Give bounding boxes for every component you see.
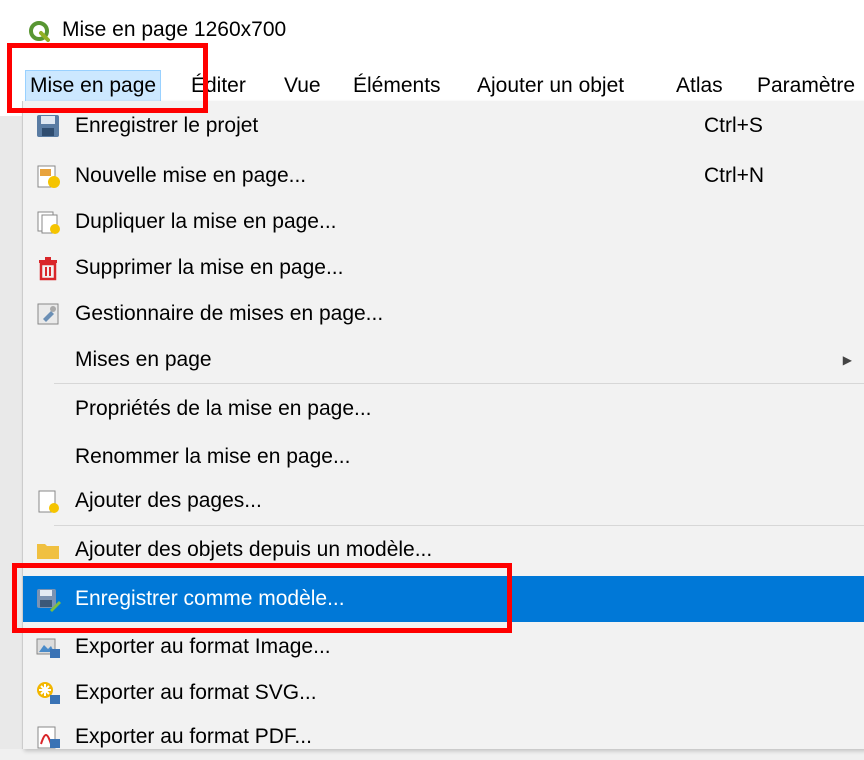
export-svg-icon: [37, 682, 60, 704]
trash-icon: [39, 257, 57, 281]
menu-item-dupliquer-mise-en-page[interactable]: Dupliquer la mise en page...: [23, 199, 864, 245]
annotation-highlight-save-template: [12, 563, 512, 633]
menu-parametres[interactable]: Paramètre: [757, 71, 855, 101]
new-layout-icon: [37, 165, 60, 188]
window-background-strip: [0, 116, 22, 749]
save-icon: [37, 115, 59, 137]
duplicate-layout-icon: [37, 211, 60, 234]
menu-item-nouvelle-mise-en-page[interactable]: Nouvelle mise en page... Ctrl+N: [23, 153, 864, 199]
menu-item-gestionnaire-mises-en-page[interactable]: Gestionnaire de mises en page...: [23, 291, 864, 337]
menu-separator: [54, 525, 864, 526]
menu-ajouter-objet[interactable]: Ajouter un objet: [477, 71, 624, 101]
menu-item-exporter-pdf[interactable]: Exporter au format PDF...: [23, 714, 864, 760]
export-pdf-icon: [37, 726, 60, 749]
menu-separator: [54, 383, 864, 384]
menu-item-ajouter-pages[interactable]: Ajouter des pages...: [23, 478, 864, 524]
menu-elements[interactable]: Éléments: [353, 71, 441, 101]
folder-icon: [37, 544, 59, 559]
menu-atlas[interactable]: Atlas: [676, 71, 723, 101]
menu-item-proprietes-mise-en-page[interactable]: Propriétés de la mise en page...: [23, 386, 864, 432]
qgis-logo-icon: [29, 21, 50, 42]
menu-item-mises-en-page-submenu[interactable]: Mises en page ▶: [23, 337, 864, 383]
export-image-icon: [36, 638, 60, 658]
menu-item-exporter-svg[interactable]: Exporter au format SVG...: [23, 670, 864, 716]
menu-item-renommer-mise-en-page[interactable]: Renommer la mise en page...: [23, 434, 864, 480]
add-pages-icon: [38, 490, 59, 513]
window-title: Mise en page 1260x700: [62, 18, 287, 41]
menu-item-supprimer-mise-en-page[interactable]: Supprimer la mise en page...: [23, 245, 864, 291]
menu-vue[interactable]: Vue: [284, 71, 321, 101]
annotation-highlight-menu: [7, 43, 208, 113]
layout-manager-icon: [37, 303, 59, 325]
submenu-arrow-icon: ▶: [842, 353, 852, 367]
